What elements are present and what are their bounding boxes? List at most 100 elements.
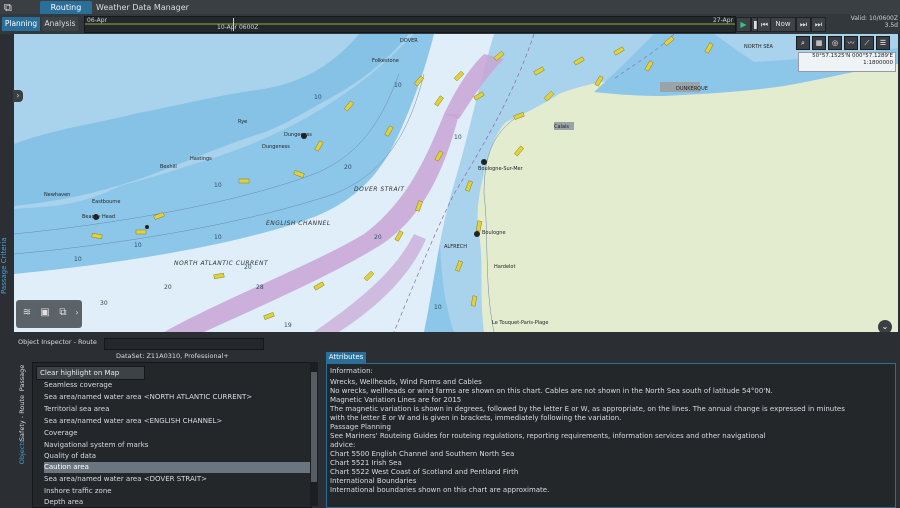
collapse-map-icon[interactable]: ⌄ bbox=[878, 320, 892, 332]
play-button[interactable]: ▶ bbox=[736, 17, 751, 32]
timeline-cursor[interactable] bbox=[233, 18, 234, 31]
place-label: Eastbourne bbox=[92, 199, 121, 205]
depth-sounding: 10 bbox=[134, 242, 142, 249]
tab-attributes[interactable]: Attributes bbox=[326, 352, 366, 363]
route-icon[interactable]: 〰 bbox=[844, 36, 858, 50]
sea-label-dover-strait: DOVER STRAIT bbox=[354, 186, 405, 193]
attribute-line: Passage Planning bbox=[330, 423, 391, 431]
place-label: NORTH SEA bbox=[744, 44, 773, 50]
place-label: Newhaven bbox=[44, 192, 71, 198]
list-item[interactable]: Seamless coverage bbox=[44, 380, 310, 391]
app-logo-icon[interactable]: ⧉ bbox=[4, 1, 22, 14]
nautical-chart-map[interactable]: DOVER Folkestone NORTH SEA DUNKERQUE Cal… bbox=[14, 34, 898, 332]
time-slider[interactable]: 06-Apr 27-Apr 10-Apr 0600Z bbox=[84, 16, 736, 33]
attribute-line: Chart 5500 English Channel and Southern … bbox=[330, 450, 515, 458]
clear-highlight-button[interactable]: Clear highlight on Map bbox=[36, 366, 145, 380]
skip-end-button[interactable]: ⏭ bbox=[811, 17, 826, 32]
timeline-track bbox=[85, 23, 735, 25]
place-label: Hastings bbox=[190, 156, 212, 162]
ruler-icon[interactable]: ⟋ bbox=[860, 36, 874, 50]
timeline-cursor-time: 0600Z bbox=[238, 24, 259, 31]
image-icon[interactable]: ▣ bbox=[38, 306, 52, 320]
attribute-line: The magnetic variation is shown in degre… bbox=[330, 405, 845, 413]
depth-sounding: 10 bbox=[214, 182, 222, 189]
dataset-label: DataSet: Z11A0310, Professional+ bbox=[116, 352, 229, 360]
depth-sounding: 20 bbox=[344, 164, 352, 171]
depth-sounding: 10 bbox=[214, 234, 222, 241]
attribute-line: Chart 5522 West Coast of Scotland and Pe… bbox=[330, 468, 519, 476]
list-item[interactable]: Sea area/named water area <DOVER STRAIT> bbox=[44, 474, 310, 485]
list-item-highlighted[interactable]: Caution area bbox=[44, 462, 310, 473]
sea-label-english-channel: ENGLISH CHANNEL bbox=[266, 220, 331, 227]
attribute-line: International Boundaries bbox=[330, 477, 417, 485]
list-item[interactable]: Sea area/named water area <NORTH ATLANTI… bbox=[44, 392, 310, 403]
chevron-right-icon[interactable]: › bbox=[72, 306, 82, 320]
step-forward-button[interactable]: ⏭ bbox=[796, 17, 811, 32]
chart-icon[interactable]: ▦ bbox=[812, 36, 826, 50]
attribute-line: See Mariners' Routeing Guides for routei… bbox=[330, 432, 766, 440]
tab-passage[interactable]: Passage bbox=[18, 348, 26, 408]
timeline-end-label: 27-Apr bbox=[712, 17, 733, 24]
zoom-icon[interactable]: ⌕ bbox=[796, 36, 810, 50]
list-item[interactable]: Coverage bbox=[44, 428, 310, 439]
coordinate-readout: 50°57.1525'N 000°57.1289'E 1:1800000 bbox=[798, 52, 896, 72]
map-layer-panel: ≋ ▣ ⧉ › bbox=[16, 300, 82, 328]
depth-sounding: 30 bbox=[100, 300, 108, 307]
route-select[interactable] bbox=[104, 338, 264, 350]
cursor-coordinates: 50°57.1525'N 000°57.1289'E bbox=[812, 53, 893, 59]
list-item[interactable]: Inshore traffic zone bbox=[44, 486, 310, 497]
now-button[interactable]: Now bbox=[770, 17, 796, 32]
attribute-line: No wrecks, wellheads or wind farms are s… bbox=[330, 387, 773, 395]
tab-planning[interactable]: Planning bbox=[2, 17, 40, 31]
place-label: Le Touquet-Paris-Plage bbox=[492, 320, 549, 326]
place-label: Rye bbox=[238, 119, 248, 125]
tab-routing[interactable]: Routing bbox=[40, 1, 92, 14]
map-scale: 1:1800000 bbox=[863, 60, 893, 66]
stack-icon[interactable]: ⧉ bbox=[56, 306, 70, 320]
attribute-line: Chart 5521 Irish Sea bbox=[330, 459, 402, 467]
depth-sounding: 10 bbox=[394, 82, 402, 89]
depth-sounding: 20 bbox=[244, 264, 252, 271]
chart-canvas bbox=[14, 34, 898, 332]
list-item[interactable]: Depth area bbox=[44, 497, 310, 508]
list-item[interactable]: Sea area/named water area <ENGLISH CHANN… bbox=[44, 416, 310, 427]
place-label: Folkestone bbox=[372, 58, 399, 64]
depth-sounding: 10 bbox=[314, 94, 322, 101]
place-label: Calais bbox=[554, 124, 570, 130]
place-label: Bexhill bbox=[160, 164, 177, 170]
place-label: Boulogne bbox=[482, 230, 506, 236]
list-item[interactable]: Navigational system of marks bbox=[44, 440, 310, 451]
depth-sounding: 20 bbox=[374, 234, 382, 241]
place-label: DOVER bbox=[400, 38, 418, 44]
scrollbar-thumb[interactable] bbox=[311, 372, 317, 482]
passage-criteria-tab[interactable]: Passage Criteria bbox=[0, 214, 8, 294]
place-label: Beachy Head bbox=[82, 214, 116, 220]
attribute-line: Magnetic Variation Lines are for 2015 bbox=[330, 396, 462, 404]
valid-duration: 3.5d bbox=[884, 22, 898, 29]
tab-analysis[interactable]: Analysis bbox=[42, 17, 78, 31]
expand-left-panel-icon[interactable]: › bbox=[13, 90, 23, 102]
place-label: Dungeness bbox=[284, 132, 312, 138]
list-item[interactable]: Territorial sea area bbox=[44, 404, 310, 415]
layers-icon[interactable]: ≋ bbox=[20, 306, 34, 320]
depth-sounding: 10 bbox=[74, 256, 82, 263]
valid-time: Valid: 10/0600Z bbox=[850, 15, 898, 22]
depth-sounding: 19 bbox=[284, 322, 292, 329]
attribute-line: International boundaries shown on this c… bbox=[330, 486, 550, 494]
timeline-start-label: 06-Apr bbox=[87, 17, 108, 24]
timeline-cursor-date: 10-Apr bbox=[217, 24, 238, 31]
timeline-cursor-label: 10-Apr 0600Z bbox=[217, 24, 258, 31]
depth-sounding: 20 bbox=[164, 284, 172, 291]
attribute-line: Information: bbox=[330, 367, 373, 375]
attribute-line: with the letter E or W and is given in b… bbox=[330, 414, 622, 422]
globe-icon[interactable]: ◎ bbox=[828, 36, 842, 50]
depth-sounding: 10 bbox=[434, 304, 442, 311]
layers-list-icon[interactable]: ☰ bbox=[876, 36, 890, 50]
valid-time-label: Valid: 10/0600Z 3.5d bbox=[828, 15, 898, 29]
place-label: Dungeness bbox=[262, 144, 290, 150]
map-toolbar: ⌕ ▦ ◎ 〰 ⟋ ☰ bbox=[796, 36, 894, 50]
inspector-vertical-tabs: Objects Safety - Route Passage bbox=[14, 350, 30, 506]
tab-weather-data-manager[interactable]: Weather Data Manager bbox=[96, 1, 206, 14]
place-label: ALFRECH bbox=[444, 244, 467, 250]
list-item[interactable]: Quality of data bbox=[44, 451, 310, 462]
